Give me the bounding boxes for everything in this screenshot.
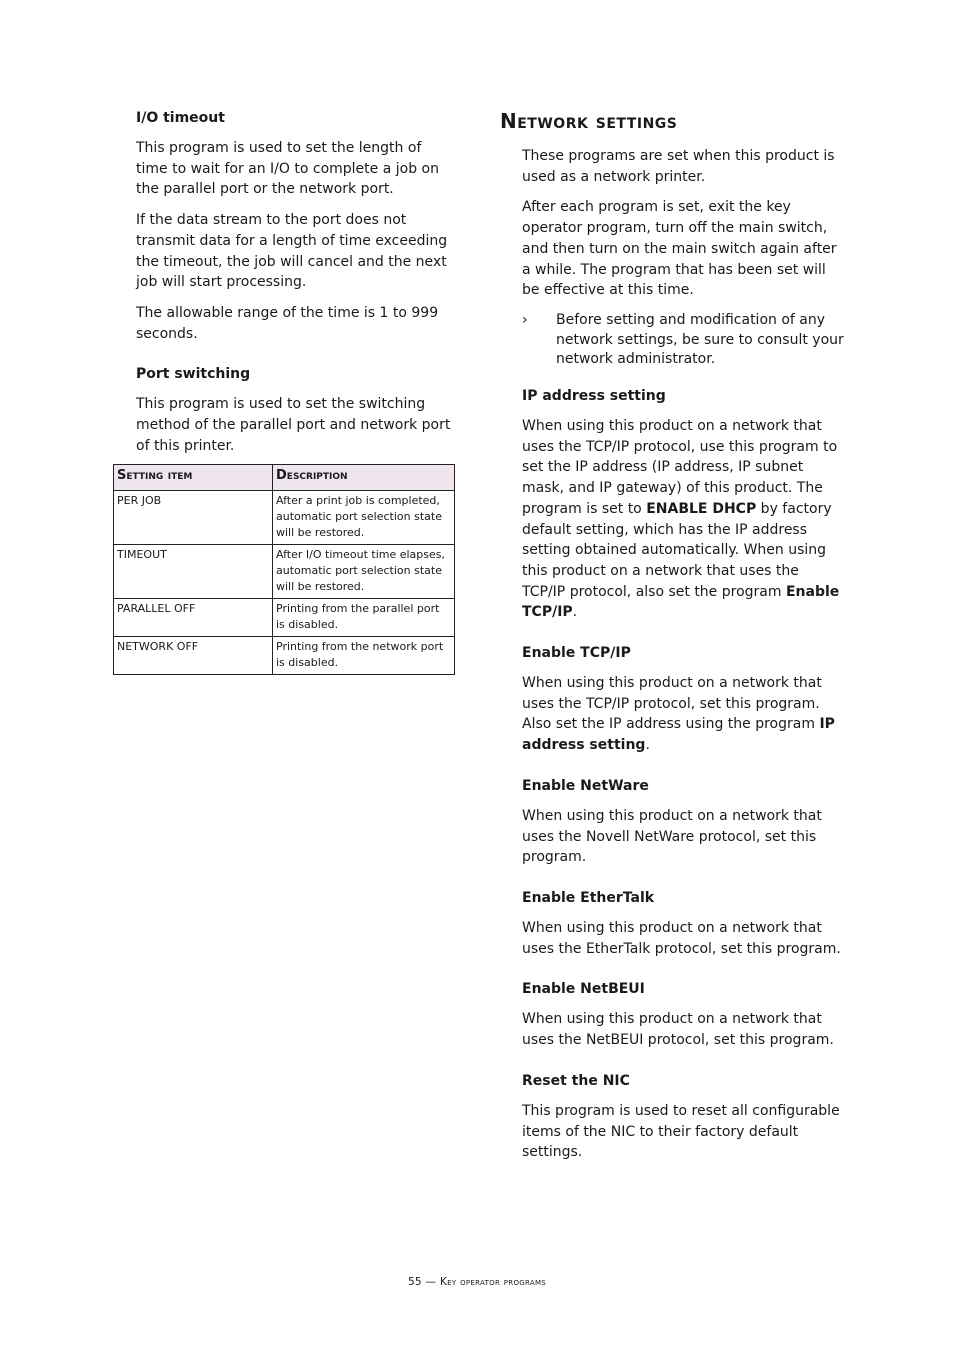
enable-netware-heading: Enable NetWare <box>522 777 649 794</box>
io-timeout-heading: I/O timeout <box>136 110 225 126</box>
table-row: NETWORK OFF Printing from the network po… <box>113 636 455 675</box>
page-footer: 55 — Key operator programs <box>407 1276 547 1288</box>
table-header-description: Description <box>272 464 455 491</box>
section-title: Network settings <box>500 109 678 133</box>
intro-paragraph: After each program is set, exit the key … <box>522 199 837 299</box>
io-timeout-paragraph: This program is used to set the length o… <box>136 140 439 198</box>
io-timeout-paragraph: If the data stream to the port does not … <box>136 212 448 291</box>
table-cell-description: Printing from the parallel port is disab… <box>272 598 455 637</box>
reset-nic-heading: Reset the NIC <box>522 1072 630 1089</box>
port-switching-heading: Port switching <box>136 366 251 383</box>
table-row: TIMEOUT After I/O timeout time elapses, … <box>113 544 455 599</box>
table-cell-setting: PARALLEL OFF <box>113 598 273 637</box>
port-switching-table: Setting item Description PER JOB After a… <box>113 464 455 675</box>
table-row: PER JOB After a print job is completed, … <box>113 490 455 545</box>
table-cell-description: Printing from the network port is disabl… <box>272 636 455 675</box>
text: . <box>645 737 650 754</box>
right-column: Network settings These programs are set … <box>500 108 845 1173</box>
port-switching-paragraph: This program is used to set the switchin… <box>136 396 451 454</box>
table-row: PARALLEL OFF Printing from the parallel … <box>113 598 455 637</box>
text: . <box>572 604 578 621</box>
text: When using this product on a network tha… <box>522 675 822 733</box>
note-marker-icon: › <box>522 311 528 328</box>
enable-ethertalk-heading: Enable EtherTalk <box>522 889 655 906</box>
table-cell-setting: TIMEOUT <box>113 544 273 599</box>
intro-paragraph: These programs are set when this product… <box>522 148 835 185</box>
table-header-row: Setting item Description <box>113 464 455 491</box>
note: › Before setting and modification of any… <box>522 311 845 370</box>
ip-address-paragraph: When using this product on a network tha… <box>522 416 845 623</box>
reset-nic-paragraph: This program is used to reset all config… <box>522 1102 840 1161</box>
table-header-setting-item: Setting item <box>113 464 273 491</box>
enable-netbeui-paragraph: When using this product on a network tha… <box>522 1011 834 1049</box>
table-cell-setting: PER JOB <box>113 490 273 545</box>
enable-netware-paragraph: When using this product on a network tha… <box>522 807 822 866</box>
enable-netbeui-heading: Enable NetBEUI <box>522 981 645 998</box>
enable-tcpip-paragraph: When using this product on a network tha… <box>522 673 845 756</box>
ip-address-heading: IP address setting <box>522 388 666 405</box>
bold-term: ENABLE DHCP <box>646 500 757 517</box>
table-cell-setting: NETWORK OFF <box>113 636 273 675</box>
io-timeout-paragraph: The allowable range of the time is 1 to … <box>136 304 439 342</box>
enable-ethertalk-paragraph: When using this product on a network tha… <box>522 919 841 957</box>
table-cell-description: After I/O timeout time elapses, automati… <box>272 544 455 599</box>
enable-tcpip-heading: Enable TCP/IP <box>522 645 631 662</box>
left-column: I/O timeout This program is used to set … <box>136 108 456 466</box>
note-text: Before setting and modification of any n… <box>556 311 844 368</box>
table-cell-description: After a print job is completed, automati… <box>272 490 455 545</box>
